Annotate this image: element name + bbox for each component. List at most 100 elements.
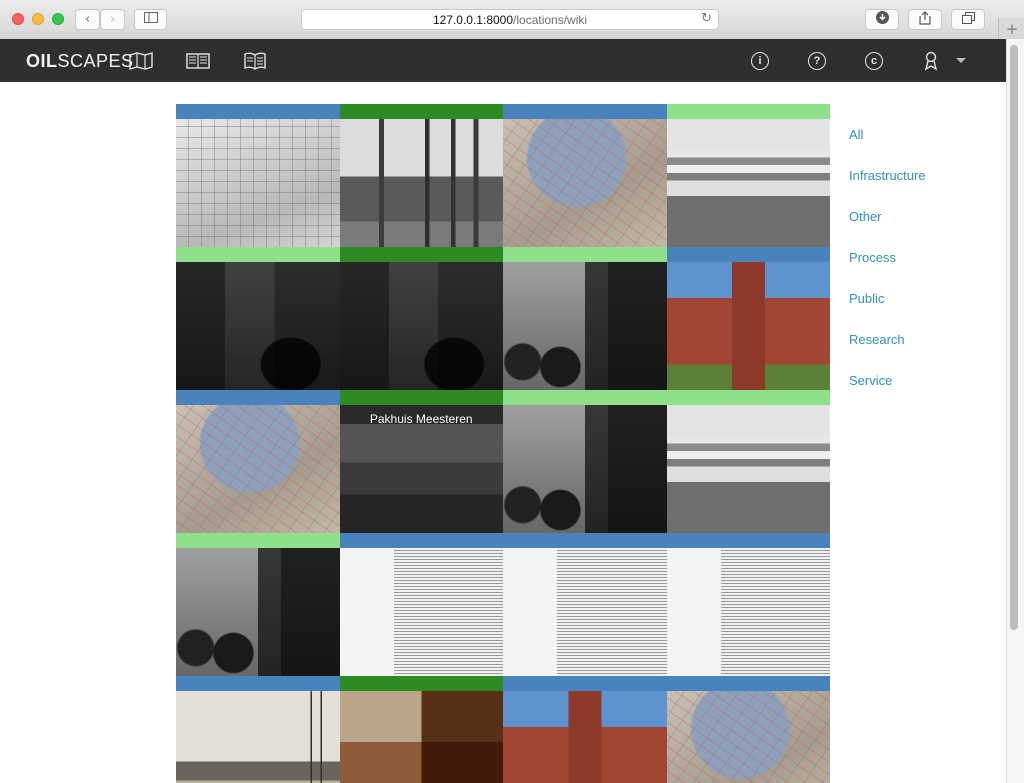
location-tile[interactable]: [666, 247, 830, 390]
location-tile-grid: Pakhuis Meesteren: [176, 104, 830, 783]
location-thumbnail: [503, 405, 667, 533]
location-thumbnail: [176, 405, 340, 533]
oilscapes-logo[interactable]: OILSCAPES: [26, 51, 134, 72]
category-color-bar: [503, 533, 667, 548]
category-color-bar: [339, 390, 503, 405]
location-tile[interactable]: [503, 533, 667, 676]
location-thumbnail: [666, 691, 830, 783]
close-window-button[interactable]: [12, 13, 24, 25]
category-color-bar: [339, 676, 503, 691]
location-tile[interactable]: [176, 676, 340, 783]
location-tile[interactable]: [339, 676, 503, 783]
location-thumbnail: [176, 262, 340, 390]
location-thumbnail: [503, 119, 667, 247]
help-icon[interactable]: ?: [808, 52, 826, 70]
filter-all[interactable]: All: [849, 127, 926, 168]
back-button[interactable]: ‹: [75, 9, 100, 30]
category-color-bar: [339, 247, 503, 262]
location-thumbnail: [666, 262, 830, 390]
download-button[interactable]: [865, 9, 899, 30]
filter-research[interactable]: Research: [849, 332, 926, 373]
location-tile[interactable]: [503, 390, 667, 533]
category-color-bar: [176, 247, 340, 262]
filter-other[interactable]: Other: [849, 209, 926, 250]
scrollbar-thumb[interactable]: [1010, 45, 1018, 630]
location-tile[interactable]: [176, 104, 340, 247]
page-content: Pakhuis Meesteren All Infrastructure Other…: [0, 82, 1006, 783]
reload-icon[interactable]: ↻: [701, 11, 712, 26]
category-color-bar: [176, 533, 340, 548]
url-path: /locations/wiki: [513, 12, 588, 27]
location-tile[interactable]: [503, 676, 667, 783]
category-color-bar: [503, 390, 667, 405]
location-thumbnail: [339, 262, 503, 390]
location-tile[interactable]: [339, 104, 503, 247]
logo-scapes: SCAPES: [57, 51, 134, 71]
category-color-bar: [666, 676, 830, 691]
location-tile[interactable]: [666, 533, 830, 676]
location-thumbnail: [666, 405, 830, 533]
location-thumbnail: [666, 548, 830, 676]
sidebar-button[interactable]: [134, 9, 167, 30]
user-icon[interactable]: [919, 51, 943, 71]
location-thumbnail: [503, 548, 667, 676]
filter-public[interactable]: Public: [849, 291, 926, 332]
map-icon[interactable]: [128, 51, 154, 71]
location-tile[interactable]: [176, 390, 340, 533]
category-color-bar: [666, 104, 830, 119]
location-tile[interactable]: [666, 390, 830, 533]
download-icon: [875, 11, 889, 28]
url-host: 127.0.0.1:8000: [432, 12, 514, 27]
location-tile[interactable]: [666, 676, 830, 783]
category-color-bar: [176, 104, 340, 119]
chevron-right-icon: ›: [109, 12, 116, 27]
app-navbar: OILSCAPES i ? c: [0, 39, 1006, 82]
tabs-button[interactable]: [951, 9, 985, 30]
book-icon[interactable]: [242, 51, 268, 71]
copyright-icon[interactable]: c: [865, 52, 883, 70]
info-glyph: i: [758, 55, 762, 67]
chevron-left-icon: ‹: [84, 12, 91, 27]
category-color-bar: [176, 676, 340, 691]
category-color-bar: [666, 247, 830, 262]
location-tile[interactable]: [503, 247, 667, 390]
location-tile[interactable]: [176, 533, 340, 676]
category-color-bar: [176, 390, 340, 405]
location-tile[interactable]: [503, 104, 667, 247]
minimize-window-button[interactable]: [32, 13, 44, 25]
sidebar-icon: [143, 12, 158, 27]
zoom-window-button[interactable]: [52, 13, 64, 25]
address-bar[interactable]: 127.0.0.1:8000/locations/wiki ↻: [301, 9, 719, 30]
category-color-bar: [666, 533, 830, 548]
forward-button[interactable]: ›: [100, 9, 125, 30]
category-color-bar: [666, 390, 830, 405]
filter-infrastructure[interactable]: Infrastructure: [849, 168, 926, 209]
help-glyph: ?: [813, 55, 821, 67]
category-color-bar: [503, 676, 667, 691]
filter-service[interactable]: Service: [849, 373, 926, 414]
location-thumbnail: [503, 691, 667, 783]
location-tile[interactable]: [339, 247, 503, 390]
location-thumbnail: [176, 691, 340, 783]
location-thumbnail: [339, 119, 503, 247]
category-color-bar: [503, 104, 667, 119]
location-tile[interactable]: [339, 533, 503, 676]
user-menu-chevron-down-icon[interactable]: [956, 58, 966, 63]
tile-hover-label: Pakhuis Meesteren: [369, 412, 473, 426]
category-color-bar: [503, 247, 667, 262]
location-tile[interactable]: [176, 247, 340, 390]
location-thumbnail: [176, 119, 340, 247]
location-thumbnail: [176, 548, 340, 676]
category-color-bar: [339, 533, 503, 548]
book-open-icon[interactable]: [185, 51, 211, 71]
location-thumbnail: [666, 119, 830, 247]
new-tab-button[interactable]: +: [998, 18, 1024, 39]
info-icon[interactable]: i: [751, 52, 769, 70]
location-tile[interactable]: Pakhuis Meesteren: [339, 390, 503, 533]
location-tile[interactable]: [666, 104, 830, 247]
copyright-glyph: c: [870, 55, 878, 67]
category-filter-list: All Infrastructure Other Process Public Resea…: [849, 127, 926, 414]
filter-process[interactable]: Process: [849, 250, 926, 291]
share-button[interactable]: [908, 9, 942, 30]
browser-toolbar: ‹ › 127.0.0.1:8000/locations/wiki ↻: [0, 0, 1024, 40]
